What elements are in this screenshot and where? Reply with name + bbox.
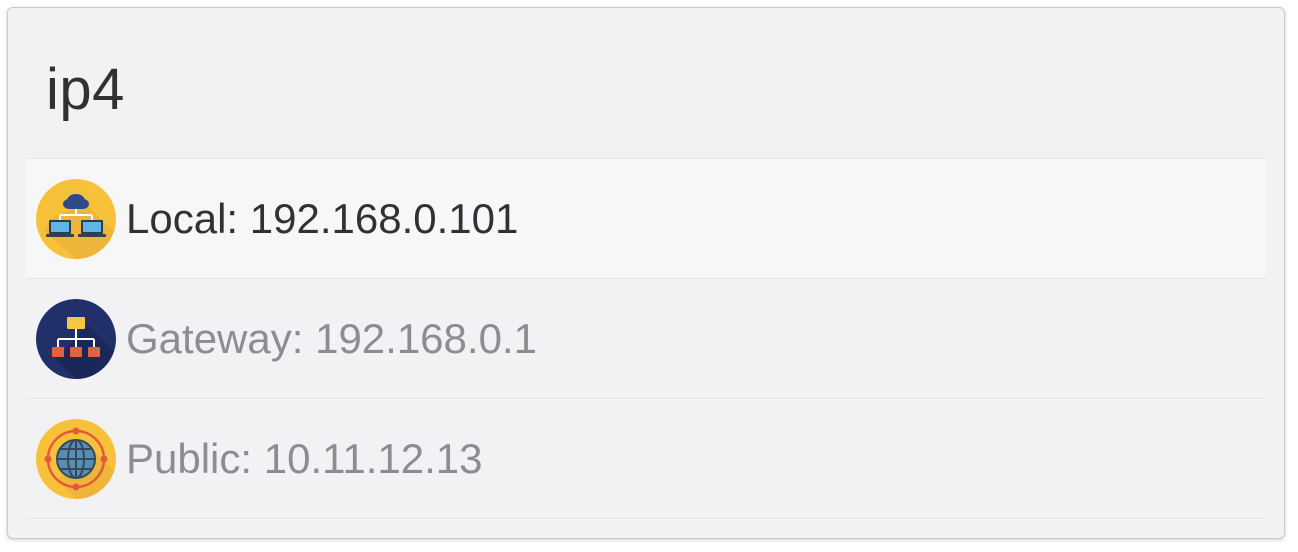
gateway-hierarchy-icon (36, 298, 116, 379)
list-item-public[interactable]: Public: 10.11.12.13 (26, 399, 1266, 519)
local-network-icon (36, 178, 116, 259)
gateway-ip-label: Gateway: 192.168.0.1 (126, 314, 537, 362)
panel-title: ip4 (46, 57, 125, 122)
ip-list: Local: 192.168.0.101 Gateway: 192.168.0.… (26, 158, 1266, 519)
ip-panel: ip4 Local: 192.168.0.101 Gateway: 192.16… (7, 7, 1285, 539)
list-item-local[interactable]: Local: 192.168.0.101 (26, 159, 1266, 279)
list-item-gateway[interactable]: Gateway: 192.168.0.1 (26, 279, 1266, 399)
public-ip-label: Public: 10.11.12.13 (126, 434, 483, 482)
globe-icon (36, 418, 116, 499)
local-ip-label: Local: 192.168.0.101 (126, 194, 519, 242)
